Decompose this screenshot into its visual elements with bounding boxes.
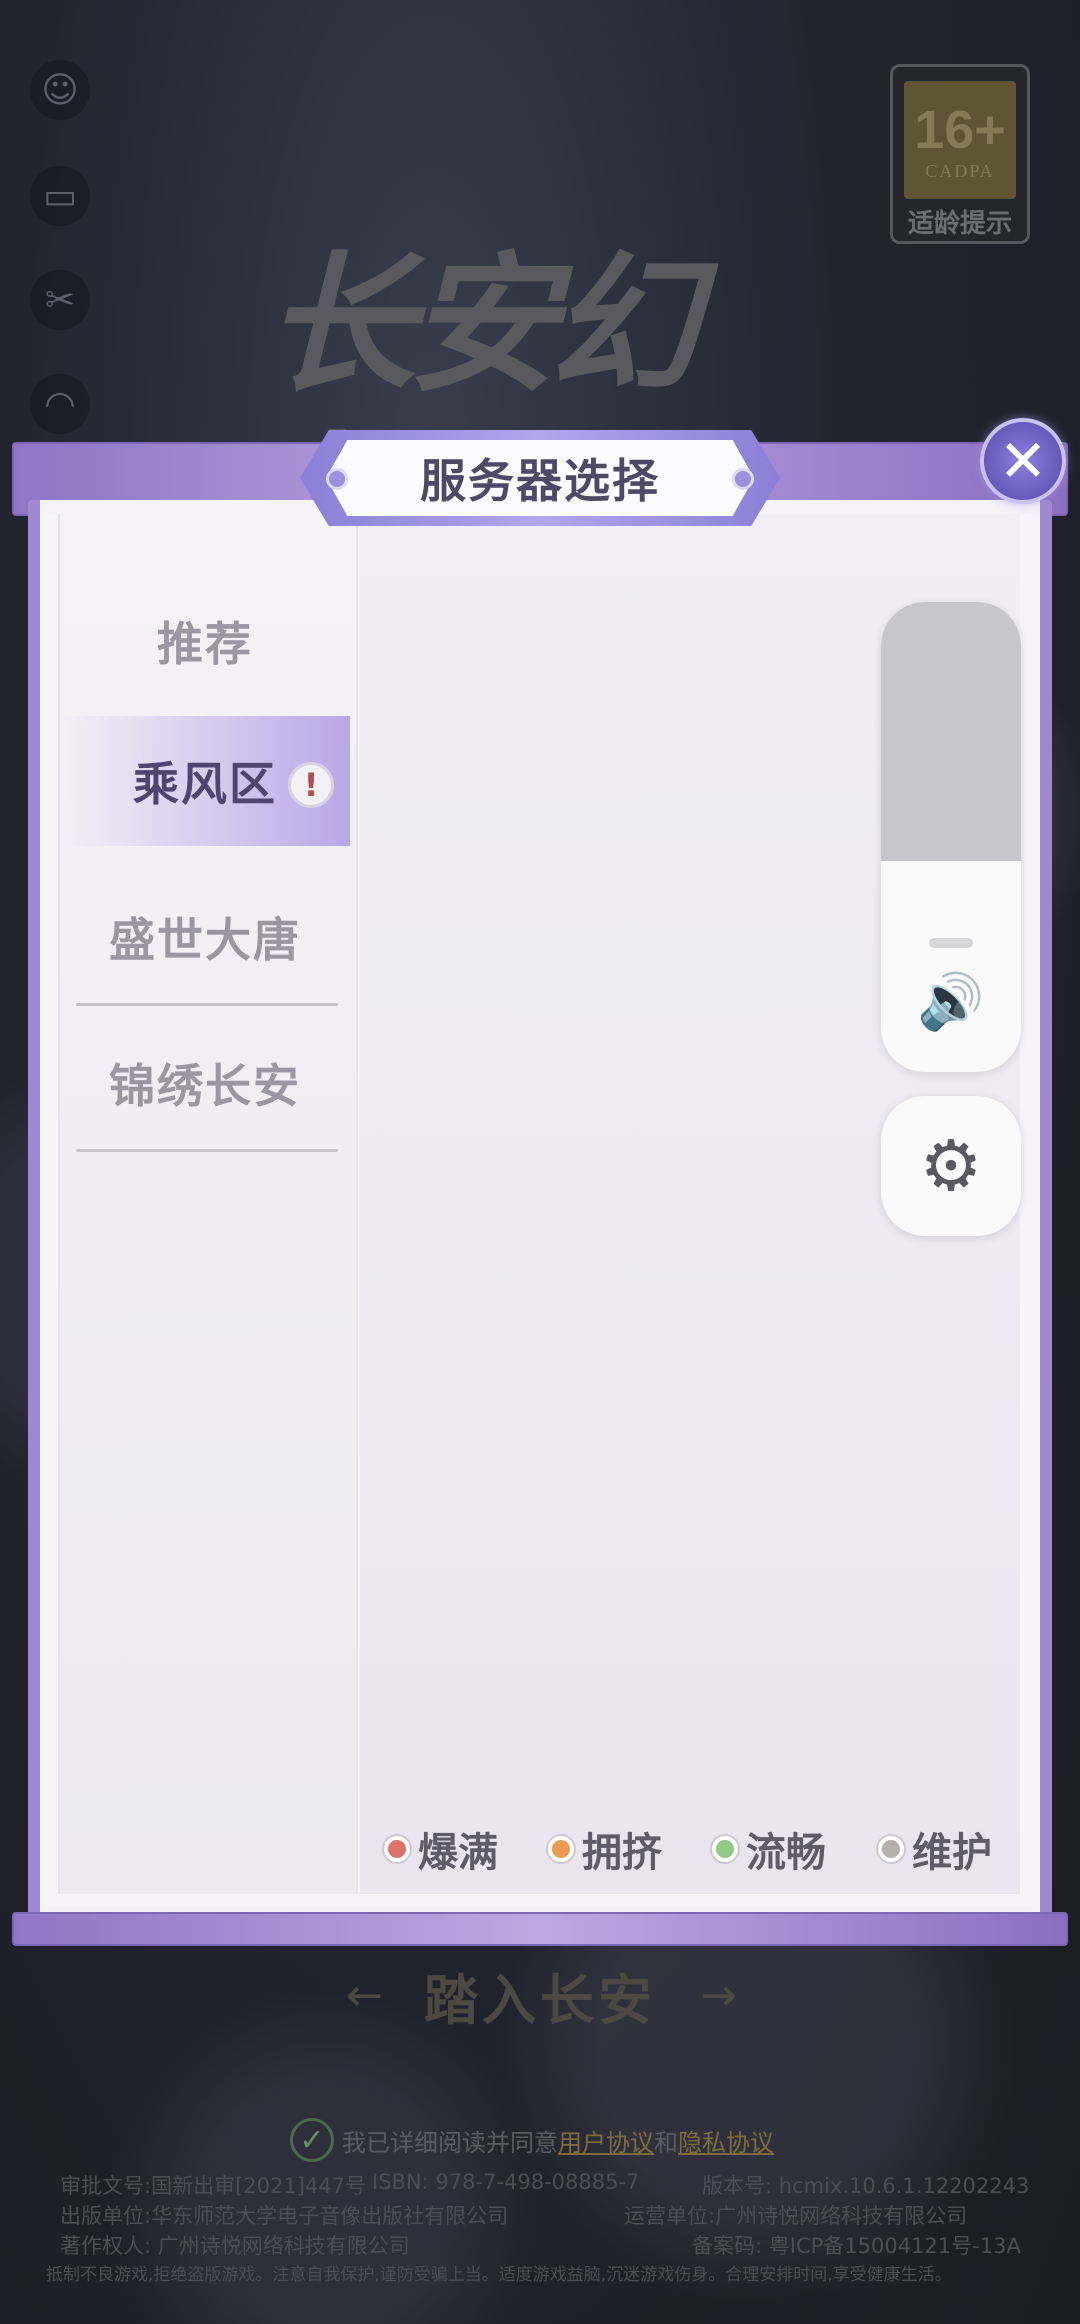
tab-label: 盛世大唐 — [109, 913, 301, 967]
tools-icon[interactable]: ✂ — [30, 270, 90, 330]
title-plaque-inner: 服务器选择 — [326, 440, 754, 516]
tab-label: 推荐 — [157, 617, 253, 671]
arrow-right-icon: → — [700, 1970, 737, 2021]
tab-divider — [76, 1003, 338, 1006]
character-icon[interactable]: ☺ — [30, 60, 90, 120]
age-rating-badge[interactable]: 16+ CADPA 适龄提示 — [890, 64, 1030, 244]
tab-label: 锦绣长安 — [109, 1059, 301, 1113]
legend-label: 维护 — [912, 1830, 992, 1876]
dialog-footer-bar — [12, 1912, 1068, 1946]
settings-button[interactable]: ⚙ — [881, 1096, 1021, 1236]
tab-label: 乘风区 — [133, 757, 277, 811]
enter-game-button[interactable]: 踏入长安 — [340, 1958, 740, 2032]
agreement-row: ✓ 我已详细阅读并同意 用户协议 和 隐私协议 — [290, 2118, 774, 2162]
volume-slider[interactable]: 🔊 — [881, 602, 1021, 1072]
game-logo: 长安幻想 — [265, 237, 699, 593]
tab-divider — [76, 1149, 338, 1152]
age-rating-number: 16+ — [914, 99, 1006, 160]
dialog-title: 服务器选择 — [420, 454, 660, 508]
version-number: 版本号: hcmix.10.6.1.12202243 — [702, 2174, 1030, 2198]
speaker-icon: 🔊 — [917, 970, 985, 1033]
copyright-holder: 著作权人: 广州诗悦网络科技有限公司 — [60, 2234, 410, 2258]
user-agreement-link[interactable]: 用户协议 — [558, 2123, 654, 2158]
wifi-icon[interactable]: ◠ — [30, 374, 90, 434]
plaque-ornament-right — [732, 468, 754, 490]
tab-recommended[interactable]: 推荐 — [60, 576, 350, 706]
agree-and: 和 — [654, 2128, 678, 2157]
legend-label: 拥挤 — [582, 1830, 662, 1876]
status-dot-full — [384, 1836, 410, 1862]
agree-text: 我已详细阅读并同意 — [342, 2128, 558, 2157]
privacy-policy-link[interactable]: 隐私协议 — [678, 2123, 774, 2158]
legend-maintenance: 维护 — [878, 1820, 992, 1878]
close-icon: ✕ — [998, 427, 1048, 495]
status-dot-maintenance — [878, 1836, 904, 1862]
agree-checkbox[interactable]: ✓ — [290, 2118, 334, 2162]
legend-label: 流畅 — [746, 1830, 826, 1876]
volume-handle[interactable] — [929, 938, 973, 948]
status-dot-crowded — [548, 1836, 574, 1862]
operator: 运营单位:广州诗悦网络科技有限公司 — [624, 2204, 968, 2228]
age-rating-tip: 适龄提示 — [907, 209, 1012, 239]
health-notice: 抵制不良游戏,拒绝盗版游戏。注意自我保护,谨防受骗上当。适度游戏益脑,沉迷游戏伤… — [46, 2265, 952, 2285]
icp-record: 备案码: 粤ICP备15004121号-13A — [692, 2234, 1021, 2258]
legend-full: 爆满 — [384, 1820, 498, 1878]
status-dot-smooth — [712, 1836, 738, 1862]
legend-smooth: 流畅 — [712, 1820, 826, 1878]
tv-icon[interactable]: ▭ — [30, 166, 90, 226]
publisher: 出版单位:华东师范大学电子音像出版社有限公司 — [60, 2204, 509, 2228]
volume-track — [881, 602, 1021, 861]
age-rating-org: CADPA — [925, 160, 995, 181]
plaque-ornament-left — [326, 468, 348, 490]
legend-label: 爆满 — [418, 1830, 498, 1876]
tab-jinxiu-changan[interactable]: 锦绣长安 — [60, 1018, 350, 1148]
isbn: ISBN: 978-7-498-08885-7 — [372, 2170, 640, 2194]
gear-icon: ⚙ — [919, 1125, 983, 1207]
tab-shengshi-datang[interactable]: 盛世大唐 — [60, 872, 350, 1002]
approval-number: 审批文号:国新出审[2021]447号 — [60, 2174, 366, 2198]
legend-crowded: 拥挤 — [548, 1820, 662, 1878]
close-button[interactable]: ✕ — [980, 418, 1066, 504]
alert-icon: ! — [288, 762, 334, 808]
age-rating-box: 16+ CADPA — [904, 81, 1016, 199]
